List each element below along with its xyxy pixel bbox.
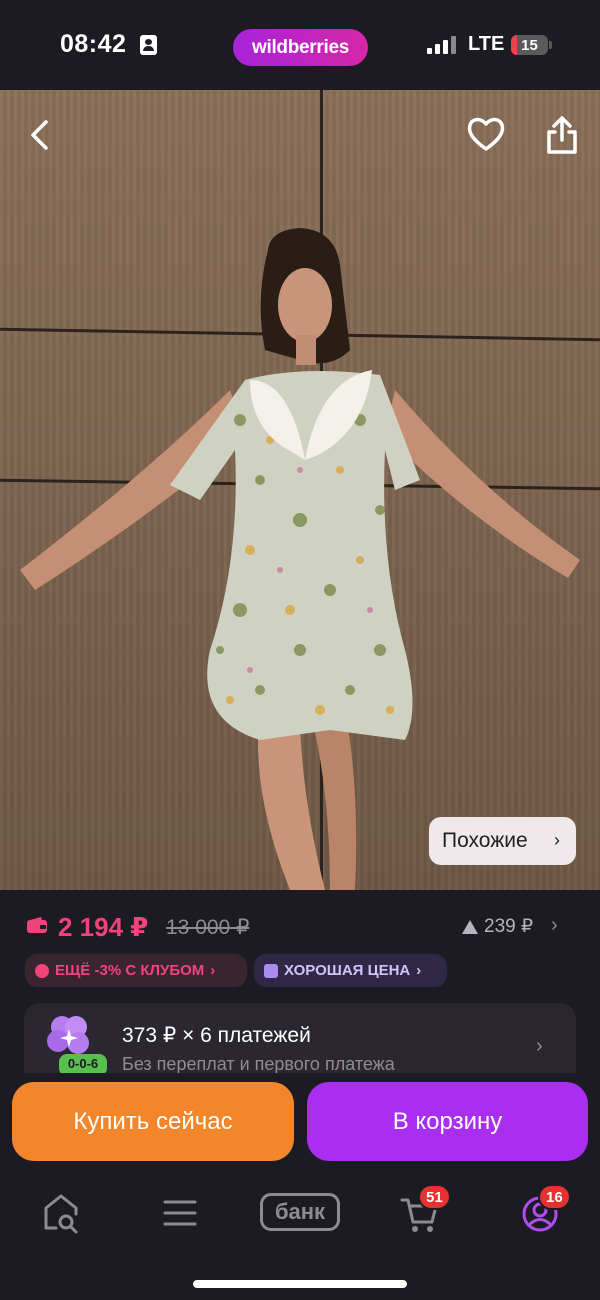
status-time: 08:42 bbox=[60, 30, 127, 58]
back-icon[interactable] bbox=[24, 118, 58, 152]
home-search-icon[interactable] bbox=[42, 1192, 80, 1236]
add-to-cart-button[interactable]: В корзину bbox=[307, 1082, 588, 1161]
old-price: 13 000 ₽ bbox=[166, 916, 250, 939]
profile-count-badge: 16 bbox=[538, 1184, 571, 1210]
good-price-label: ХОРОШАЯ ЦЕНА bbox=[284, 962, 411, 979]
installment-tag: 0-0-6 bbox=[59, 1054, 107, 1073]
chevron-right-icon: › bbox=[536, 1035, 543, 1057]
status-bar: 08:42 wildberries LTE 15 bbox=[0, 0, 600, 90]
model-figure bbox=[20, 228, 580, 890]
tab-bar: банк 51 16 bbox=[0, 1170, 600, 1300]
battery-tip bbox=[549, 41, 552, 49]
battery-icon: 15 bbox=[511, 35, 548, 55]
similar-button[interactable]: Похожие › bbox=[429, 817, 576, 865]
action-bar: Купить сейчас В корзину bbox=[0, 1073, 600, 1169]
price-increase-value: 239 ₽ bbox=[484, 916, 534, 937]
buy-now-button[interactable]: Купить сейчас bbox=[12, 1082, 294, 1161]
menu-icon[interactable] bbox=[162, 1192, 198, 1236]
current-price: 2 194 ₽ bbox=[58, 912, 149, 942]
wallet-icon bbox=[27, 917, 47, 933]
clover-icon bbox=[47, 1016, 89, 1054]
chevron-right-icon: › bbox=[210, 962, 216, 979]
chevron-right-icon: › bbox=[416, 962, 422, 979]
similar-label: Похожие bbox=[442, 829, 528, 852]
product-photo[interactable]: Похожие › bbox=[0, 90, 600, 890]
installment-card[interactable]: 0-0-6 373 ₽ × 6 платежей Без переплат и … bbox=[24, 1003, 576, 1073]
signal-icon bbox=[427, 36, 457, 54]
price-increase[interactable]: 239 ₽ bbox=[462, 915, 533, 938]
network-type: LTE bbox=[468, 33, 505, 55]
heart-icon[interactable] bbox=[466, 115, 506, 153]
cart-count-badge: 51 bbox=[418, 1184, 451, 1210]
price-row: 2 194 ₽ 13 000 ₽ 239 ₽ › bbox=[0, 890, 600, 960]
contact-card-icon bbox=[140, 35, 157, 55]
battery-level: 15 bbox=[521, 36, 538, 54]
installment-title: 373 ₽ × 6 платежей bbox=[122, 1024, 311, 1047]
star-icon bbox=[35, 963, 49, 978]
chevron-right-icon[interactable]: › bbox=[551, 914, 558, 937]
club-discount-label: ЕЩЁ -3% С КЛУБОМ bbox=[55, 962, 205, 979]
brand-logo: wildberries bbox=[233, 29, 368, 66]
bank-tab[interactable]: банк bbox=[260, 1193, 340, 1231]
share-icon[interactable] bbox=[543, 114, 581, 156]
triangle-up-icon bbox=[462, 919, 478, 934]
good-price-badge[interactable]: ХОРОШАЯ ЦЕНА › bbox=[254, 954, 447, 987]
installment-subtitle: Без переплат и первого платежа bbox=[122, 1054, 395, 1073]
club-discount-badge[interactable]: ЕЩЁ -3% С КЛУБОМ › bbox=[25, 954, 247, 987]
chevron-right-icon: › bbox=[554, 830, 560, 850]
thumbs-up-icon bbox=[264, 963, 278, 978]
home-indicator[interactable] bbox=[193, 1280, 407, 1288]
